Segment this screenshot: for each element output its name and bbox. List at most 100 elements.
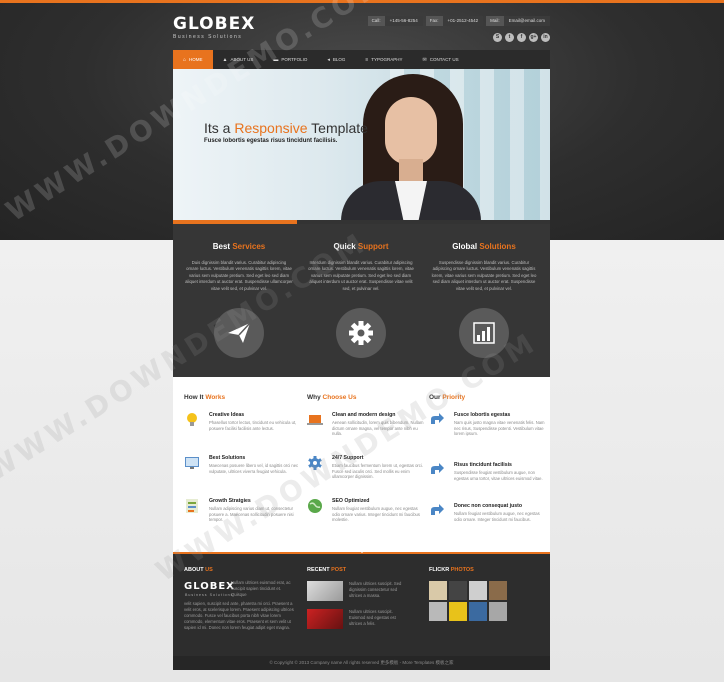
nav-item-portfolio[interactable]: ▬ PORTFOLIO [263, 50, 317, 69]
feature-text: Etiam faucibus fermentum lorem ut, egest… [332, 463, 423, 480]
features-heading: How It Works [184, 394, 302, 401]
nav-label: HOME [189, 57, 203, 62]
contact-mail-value[interactable]: Email@email.com [503, 16, 550, 26]
linkedin-icon[interactable]: in [541, 33, 550, 42]
feature-text: Nullam adipiscing varius diam ut, consec… [209, 506, 294, 523]
copyright-bar: © Copyright © 2013 Company name All righ… [173, 656, 550, 670]
service-title: Quick Support [301, 242, 421, 251]
feature-title: Growth Stratgies [209, 498, 251, 504]
footer-flickr-heading: FLICKR PHOTOS [429, 567, 474, 573]
feature-title: Fusce lobortis egestas [454, 412, 511, 418]
flickr-photo[interactable] [469, 602, 487, 621]
hero-title-post: Template [307, 120, 368, 136]
service-global-solutions: Global Solutions Suspendisse dignissim b… [424, 224, 544, 358]
monitor-icon [185, 457, 199, 469]
service-title: Global Solutions [424, 242, 544, 251]
contact-mail-label: Mail: [486, 16, 504, 26]
nav-item-about-us[interactable]: ▲ ABOUT US [213, 50, 264, 69]
arrow-icon [431, 463, 444, 474]
features-section: How It Works Creative Ideas Phasellus to… [173, 377, 550, 552]
flickr-photo[interactable] [489, 581, 507, 600]
feature-title: Best Solutions [209, 455, 246, 461]
recent-post-thumbnail[interactable] [307, 609, 343, 629]
service-text: Interdum dignissim blandit varius. Curab… [308, 260, 414, 291]
footer-recent-heading-a: RECENT [307, 567, 332, 573]
bar-chart-icon[interactable] [459, 308, 509, 358]
home-icon: ⌂ [183, 56, 187, 63]
flickr-photo[interactable] [449, 581, 467, 600]
contact-call-value: +145-56-8254 [384, 16, 423, 26]
feature-title: Risus tincidunt facilisis [454, 462, 512, 468]
feature-text: Maecenas posuere libero vel, id sagittis… [209, 463, 299, 474]
service-title-b: Solutions [479, 242, 516, 251]
gear-icon[interactable] [336, 308, 386, 358]
service-title-a: Quick [333, 242, 358, 251]
flickr-photo[interactable] [469, 581, 487, 600]
feature-text: Phasellus tortor lectus, tincidunt eu ve… [209, 420, 297, 431]
service-text: Duis dignissim blandit varius. Curabitur… [185, 260, 293, 291]
paper-plane-icon[interactable] [214, 308, 264, 358]
features-heading: Why Choose Us [307, 394, 425, 401]
features-col-how-it-works: How It Works Creative Ideas Phasellus to… [184, 377, 302, 522]
globe-icon [308, 499, 322, 513]
mail-icon: ✉ [422, 56, 427, 63]
page-container: GLOBEX Business Solutions Call: +145-56-… [173, 0, 550, 682]
footer: ABOUT US GLOBEX Business Solutions Nulla… [173, 552, 550, 656]
nav-item-contact-us[interactable]: ✉ CONTACT US [413, 50, 469, 69]
contact-fax-value: +01-2512-4542 [442, 16, 484, 26]
cog-icon [308, 456, 322, 470]
features-heading-a: Our [429, 394, 443, 401]
features-col-our-priority: Our Priority Fusce lobortis egestas Nam … [429, 377, 547, 522]
flickr-photo[interactable] [429, 581, 447, 600]
features-heading-b: Works [205, 394, 226, 401]
nav-item-blog[interactable]: ◂ BLOG [317, 50, 355, 69]
footer-about-heading-b: US [205, 567, 213, 573]
service-title-a: Best [212, 242, 233, 251]
service-text: Suspendisse dignissim blandit varius. Cu… [431, 260, 537, 291]
service-quick-support: Quick Support Interdum dignissim blandit… [301, 224, 421, 358]
recent-post-text[interactable]: Nullam ultrices suscipit. Euismod sed eg… [349, 609, 409, 627]
footer-recent-heading: RECENT POST [307, 567, 346, 573]
list-icon [186, 499, 198, 513]
megaphone-icon: ◂ [327, 56, 330, 63]
contact-fax-label: Fax: [425, 16, 443, 26]
google-plus-icon[interactable]: g+ [529, 33, 538, 42]
feature-title: SEO Optimized [332, 498, 370, 504]
social-links: S t f g+ in [493, 33, 550, 42]
feature-title: Creative Ideas [209, 412, 245, 418]
hero-subtitle: Fusce lobortis egestas risus tincidunt f… [204, 138, 338, 144]
hero-person-face [385, 97, 437, 165]
user-icon: ▲ [222, 56, 228, 63]
contact-fax: Fax: +01-2512-4542 [425, 16, 484, 26]
feature-title: Clean and modern design [332, 412, 396, 418]
services-section: Best Services Duis dignissim blandit var… [173, 224, 550, 377]
footer-logo[interactable]: GLOBEX [184, 581, 235, 592]
nav-item-typography[interactable]: ≡ TYPOGRAPHY [355, 50, 412, 69]
service-title-b: Support [357, 242, 389, 251]
hero-person-neck [399, 159, 423, 181]
twitter-icon[interactable]: t [505, 33, 514, 42]
car-icon: ▬ [273, 56, 279, 63]
feature-text: Aenean sollicitudin, lorem quis bibendum… [332, 420, 424, 437]
nav-item-home[interactable]: ⌂ HOME [173, 50, 213, 69]
footer-flickr-heading-a: FLICKR [429, 567, 451, 573]
flickr-photo[interactable] [429, 602, 447, 621]
feature-text: Suspendisse feugiat vestibulum augue, no… [454, 470, 543, 481]
nav-label: PORTFOLIO [281, 57, 308, 62]
logo[interactable]: GLOBEX Business Solutions [173, 14, 255, 40]
facebook-icon[interactable]: f [517, 33, 526, 42]
flickr-photo[interactable] [449, 602, 467, 621]
features-heading-a: How It [184, 394, 206, 401]
recent-post-thumbnail[interactable] [307, 581, 343, 601]
service-title-a: Global [452, 242, 480, 251]
footer-about-text: velit sapien, suscipit sed ante, pharetr… [184, 601, 294, 630]
hero-slider[interactable]: Its a Responsive Template Fusce lobortis… [173, 69, 550, 222]
features-heading-b: Priority [442, 394, 466, 401]
skype-icon[interactable]: S [493, 33, 502, 42]
features-heading-a: Why [307, 394, 323, 401]
recent-post-text[interactable]: Nullam ultrices suscipit. Sed dignissim … [349, 581, 409, 599]
contact-mail[interactable]: Mail: Email@email.com [486, 16, 550, 26]
contact-info: Call: +145-56-8254 Fax: +01-2512-4542 Ma… [367, 16, 550, 26]
flickr-photo[interactable] [489, 602, 507, 621]
nav-label: TYPOGRAPHY [371, 57, 403, 62]
